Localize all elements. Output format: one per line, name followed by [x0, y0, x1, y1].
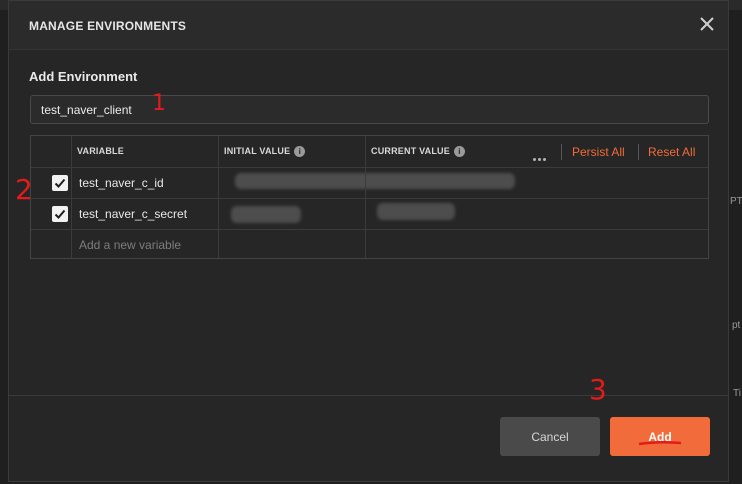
info-icon[interactable]: i	[453, 146, 465, 158]
more-options-icon[interactable]	[533, 148, 548, 166]
persist-all-link[interactable]: Persist All	[572, 145, 625, 159]
annotation-number-2: 2	[15, 173, 33, 206]
header-current-value: CURRENT VALUE i	[371, 146, 465, 158]
add-variable-placeholder[interactable]: Add a new variable	[79, 238, 181, 252]
header-current-value-label: CURRENT VALUE	[371, 146, 450, 156]
redacted-current-value	[377, 203, 455, 220]
environment-name-input[interactable]	[30, 95, 709, 124]
header-initial-value-label: INITIAL VALUE	[224, 146, 291, 156]
reset-all-link[interactable]: Reset All	[648, 145, 695, 159]
variable-name-cell[interactable]: test_naver_c_id	[79, 176, 164, 190]
close-icon[interactable]	[698, 15, 716, 33]
row-checkbox[interactable]	[52, 175, 68, 191]
dialog-title: MANAGE ENVIRONMENTS	[29, 19, 187, 33]
info-icon[interactable]: i	[294, 146, 306, 158]
footer-divider	[9, 395, 728, 396]
column-divider	[365, 136, 366, 258]
background-text: Ti	[733, 388, 741, 399]
new-variable-row: Add a new variable	[31, 229, 708, 259]
redacted-initial-value	[235, 173, 515, 189]
background-text: PTE	[730, 196, 742, 207]
manage-environments-dialog: MANAGE ENVIRONMENTS Add Environment 1 VA…	[8, 0, 729, 482]
variable-name-cell[interactable]: test_naver_c_secret	[79, 207, 187, 221]
cancel-button[interactable]: Cancel	[500, 417, 600, 456]
redacted-initial-value	[231, 206, 301, 223]
column-divider	[71, 136, 72, 258]
divider	[561, 144, 562, 160]
variables-table: VARIABLE INITIAL VALUE i CURRENT VALUE i P…	[30, 135, 709, 259]
annotation-number-1: 1	[152, 91, 166, 116]
header-variable: VARIABLE	[77, 146, 124, 156]
annotation-underline	[638, 440, 682, 446]
background-text: pt	[732, 320, 741, 331]
header-initial-value: INITIAL VALUE i	[224, 146, 306, 158]
row-checkbox[interactable]	[52, 206, 68, 222]
add-button[interactable]: Add	[610, 417, 710, 456]
column-divider	[218, 136, 219, 258]
section-title: Add Environment	[29, 69, 138, 84]
dialog-header: MANAGE ENVIRONMENTS	[9, 1, 728, 50]
table-header-row: VARIABLE INITIAL VALUE i CURRENT VALUE i P…	[31, 136, 708, 168]
table-row: test_naver_c_secret	[31, 198, 708, 230]
divider	[638, 144, 639, 160]
annotation-number-3: 3	[589, 373, 607, 406]
table-row: test_naver_c_id	[31, 167, 708, 199]
